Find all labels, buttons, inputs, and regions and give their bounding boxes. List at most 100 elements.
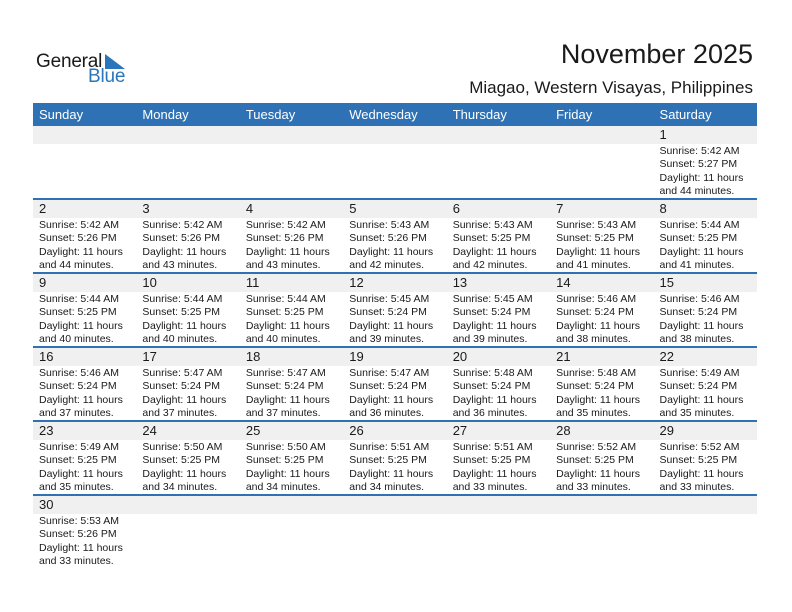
week-row: 2 3 4 5 6 7 8 Sunrise: 5:42 AM Sunset: 5:26 PM Da… — [33, 200, 757, 274]
daylight-minutes: and 33 minutes. — [659, 481, 735, 494]
sunset-time: Sunset: 5:24 PM — [452, 380, 531, 393]
sunrise-time: Sunrise: 5:50 AM — [245, 441, 326, 453]
empty-day-cell — [136, 144, 239, 198]
sunset-time: Sunset: 5:26 PM — [39, 528, 117, 541]
sunrise-time: Sunrise: 5:44 AM — [659, 219, 740, 231]
day-cell: Sunrise: 5:45 AM Sunset: 5:24 PM Daylight:… — [447, 292, 550, 346]
day-cell: Sunrise: 5:49 AM Sunset: 5:24 PM Daylight:… — [654, 366, 757, 420]
sunset-time: Sunset: 5:24 PM — [349, 306, 427, 319]
sunrise-time: Sunrise: 5:42 AM — [245, 219, 326, 231]
day-number-row: 1 — [33, 126, 757, 144]
day-cell: Sunrise: 5:47 AM Sunset: 5:24 PM Daylight:… — [343, 366, 446, 420]
daylight-minutes: and 37 minutes. — [245, 407, 321, 420]
sunset-time: Sunset: 5:25 PM — [556, 454, 634, 467]
sunrise-time: Sunrise: 5:49 AM — [39, 441, 119, 453]
daylight-hours: Daylight: 11 hours — [349, 319, 434, 332]
empty-day-number — [136, 126, 239, 144]
sunset-time: Sunset: 5:24 PM — [556, 306, 634, 319]
sunset-time: Sunset: 5:24 PM — [659, 306, 738, 319]
daylight-hours: Daylight: 11 hours — [245, 245, 330, 258]
sunset-time: Sunset: 5:25 PM — [39, 306, 117, 319]
daylight-hours: Daylight: 11 hours — [556, 393, 640, 406]
day-cell: Sunrise: 5:50 AM Sunset: 5:25 PM Daylight:… — [240, 440, 343, 494]
day-number: 8 — [659, 201, 667, 216]
sunset-time: Sunset: 5:25 PM — [245, 454, 324, 467]
daylight-hours: Daylight: 11 hours — [39, 541, 123, 554]
daylight-minutes: and 40 minutes. — [142, 333, 218, 346]
day-cell: Sunrise: 5:51 AM Sunset: 5:25 PM Daylight:… — [343, 440, 446, 494]
day-number: 11 — [245, 275, 260, 290]
sunrise-time: Sunrise: 5:48 AM — [556, 367, 637, 379]
day-number: 12 — [349, 275, 364, 290]
sunset-time: Sunset: 5:25 PM — [245, 306, 324, 319]
daylight-minutes: and 34 minutes. — [142, 481, 218, 494]
day-number-row: 30 — [33, 496, 757, 514]
day-number-row: 16 17 18 19 20 21 22 — [33, 348, 757, 366]
sunset-time: Sunset: 5:26 PM — [349, 232, 427, 245]
sunrise-time: Sunrise: 5:47 AM — [245, 367, 326, 379]
empty-day-cell — [550, 514, 653, 568]
daylight-hours: Daylight: 11 hours — [659, 245, 744, 258]
day-number: 13 — [452, 275, 468, 290]
day-cell: Sunrise: 5:43 AM Sunset: 5:25 PM Daylight:… — [447, 218, 550, 272]
daylight-minutes: and 35 minutes. — [556, 407, 631, 420]
daylight-hours: Daylight: 11 hours — [452, 319, 537, 332]
sunset-time: Sunset: 5:27 PM — [659, 158, 738, 171]
daylight-hours: Daylight: 11 hours — [245, 393, 330, 406]
sunset-time: Sunset: 5:25 PM — [142, 454, 221, 467]
empty-day-cell — [343, 514, 446, 568]
day-number: 29 — [659, 423, 674, 438]
empty-day-number — [550, 126, 653, 144]
day-number: 24 — [142, 423, 157, 438]
daylight-hours: Daylight: 11 hours — [39, 245, 123, 258]
empty-day-cell — [447, 144, 550, 198]
empty-day-number — [447, 126, 550, 144]
day-cell: Sunrise: 5:42 AM Sunset: 5:26 PM Daylight:… — [240, 218, 343, 272]
day-cell: Sunrise: 5:42 AM Sunset: 5:27 PM Daylight:… — [654, 144, 757, 198]
day-number: 1 — [659, 127, 667, 142]
sunrise-time: Sunrise: 5:47 AM — [349, 367, 430, 379]
sunset-time: Sunset: 5:25 PM — [142, 306, 221, 319]
sunrise-time: Sunrise: 5:42 AM — [39, 219, 119, 231]
day-number: 18 — [245, 349, 261, 364]
empty-day-number — [447, 496, 550, 514]
day-info-row: Sunrise: 5:42 AM Sunset: 5:27 PM Daylight:… — [33, 144, 757, 198]
day-cell: Sunrise: 5:44 AM Sunset: 5:25 PM Daylight:… — [33, 292, 136, 346]
sunrise-time: Sunrise: 5:52 AM — [659, 441, 740, 453]
daylight-hours: Daylight: 11 hours — [659, 171, 744, 184]
sunset-time: Sunset: 5:24 PM — [245, 380, 324, 393]
day-number: 7 — [556, 201, 564, 216]
daylight-hours: Daylight: 11 hours — [245, 319, 330, 332]
empty-day-cell — [654, 514, 757, 568]
day-number: 25 — [245, 423, 261, 438]
day-cell: Sunrise: 5:48 AM Sunset: 5:24 PM Daylight:… — [550, 366, 653, 420]
daylight-hours: Daylight: 11 hours — [142, 467, 227, 480]
daylight-hours: Daylight: 11 hours — [452, 467, 537, 480]
daylight-hours: Daylight: 11 hours — [39, 393, 123, 406]
empty-day-number — [240, 496, 343, 514]
week-row: 23 24 25 26 27 28 29 Sunrise: 5:49 AM Sunset: 5:… — [33, 422, 757, 496]
sunset-time: Sunset: 5:24 PM — [556, 380, 634, 393]
week-row: 1 Sunrise: 5:42 AM Sunset: 5:27 PM Daylight… — [33, 126, 757, 200]
sunrise-time: Sunrise: 5:45 AM — [349, 293, 430, 305]
daylight-minutes: and 40 minutes. — [39, 333, 114, 346]
sunrise-time: Sunrise: 5:52 AM — [556, 441, 637, 453]
empty-day-cell — [550, 144, 653, 198]
daylight-minutes: and 35 minutes. — [39, 481, 114, 494]
day-cell: Sunrise: 5:43 AM Sunset: 5:26 PM Daylight:… — [343, 218, 446, 272]
empty-day-number — [654, 496, 757, 514]
daylight-hours: Daylight: 11 hours — [39, 467, 123, 480]
daylight-minutes: and 33 minutes. — [452, 481, 528, 494]
day-number: 9 — [39, 275, 47, 290]
daylight-hours: Daylight: 11 hours — [659, 467, 744, 480]
day-cell: Sunrise: 5:46 AM Sunset: 5:24 PM Daylight:… — [550, 292, 653, 346]
weekday-header-thursday: Thursday — [452, 107, 507, 122]
daylight-minutes: and 37 minutes. — [39, 407, 114, 420]
daylight-hours: Daylight: 11 hours — [452, 393, 537, 406]
sunrise-time: Sunrise: 5:46 AM — [39, 367, 119, 379]
daylight-minutes: and 42 minutes. — [452, 259, 528, 272]
day-number: 27 — [452, 423, 468, 438]
day-number: 20 — [452, 349, 468, 364]
empty-day-number — [33, 126, 136, 144]
daylight-minutes: and 41 minutes. — [556, 259, 631, 272]
